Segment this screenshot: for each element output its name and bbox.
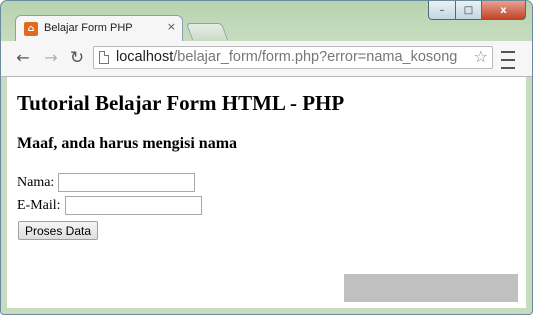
new-tab-button[interactable] bbox=[185, 23, 229, 40]
page-icon bbox=[99, 51, 109, 64]
star-icon[interactable]: ☆ bbox=[474, 47, 488, 66]
xampp-icon: ⌂ bbox=[24, 22, 38, 36]
page-heading: Tutorial Belajar Form HTML - PHP bbox=[17, 91, 345, 115]
tab-title: Belajar Form PHP bbox=[44, 22, 133, 34]
arrow-left-icon[interactable]: ← bbox=[13, 48, 33, 68]
browser-window: – □ x ⌂ Belajar Form PHP × ← → ↻ localho… bbox=[0, 0, 533, 315]
tab-strip: ⌂ Belajar Form PHP × bbox=[1, 1, 532, 41]
page-content: Tutorial Belajar Form HTML - PHP Maaf, a… bbox=[7, 77, 526, 308]
email-label: E-Mail: bbox=[17, 197, 61, 213]
arrow-right-icon[interactable]: → bbox=[41, 48, 61, 68]
nama-label: Nama: bbox=[17, 174, 55, 190]
address-bar[interactable]: localhost/belajar_form/form.php?error=na… bbox=[93, 46, 493, 69]
email-row: E-Mail: bbox=[17, 196, 202, 215]
nama-input[interactable] bbox=[58, 173, 196, 192]
tab-belajar-form[interactable]: ⌂ Belajar Form PHP × bbox=[15, 15, 183, 41]
tab-close-icon[interactable]: × bbox=[167, 20, 176, 33]
url-path: /belajar_form/form.php?error=nama_kosong bbox=[173, 49, 458, 65]
hamburger-menu-icon[interactable] bbox=[501, 49, 515, 71]
reload-icon[interactable]: ↻ bbox=[67, 48, 87, 68]
status-bubble bbox=[344, 274, 518, 302]
email-input[interactable] bbox=[64, 196, 202, 215]
nama-row: Nama: bbox=[17, 173, 196, 192]
submit-button[interactable]: Proses Data bbox=[18, 221, 99, 240]
error-message: Maaf, anda harus mengisi nama bbox=[17, 135, 238, 152]
browser-toolbar: ← → ↻ localhost/belajar_form/form.php?er… bbox=[1, 41, 532, 77]
url-text[interactable]: localhost/belajar_form/form.php?error=na… bbox=[116, 49, 457, 65]
url-host: localhost bbox=[116, 49, 174, 65]
